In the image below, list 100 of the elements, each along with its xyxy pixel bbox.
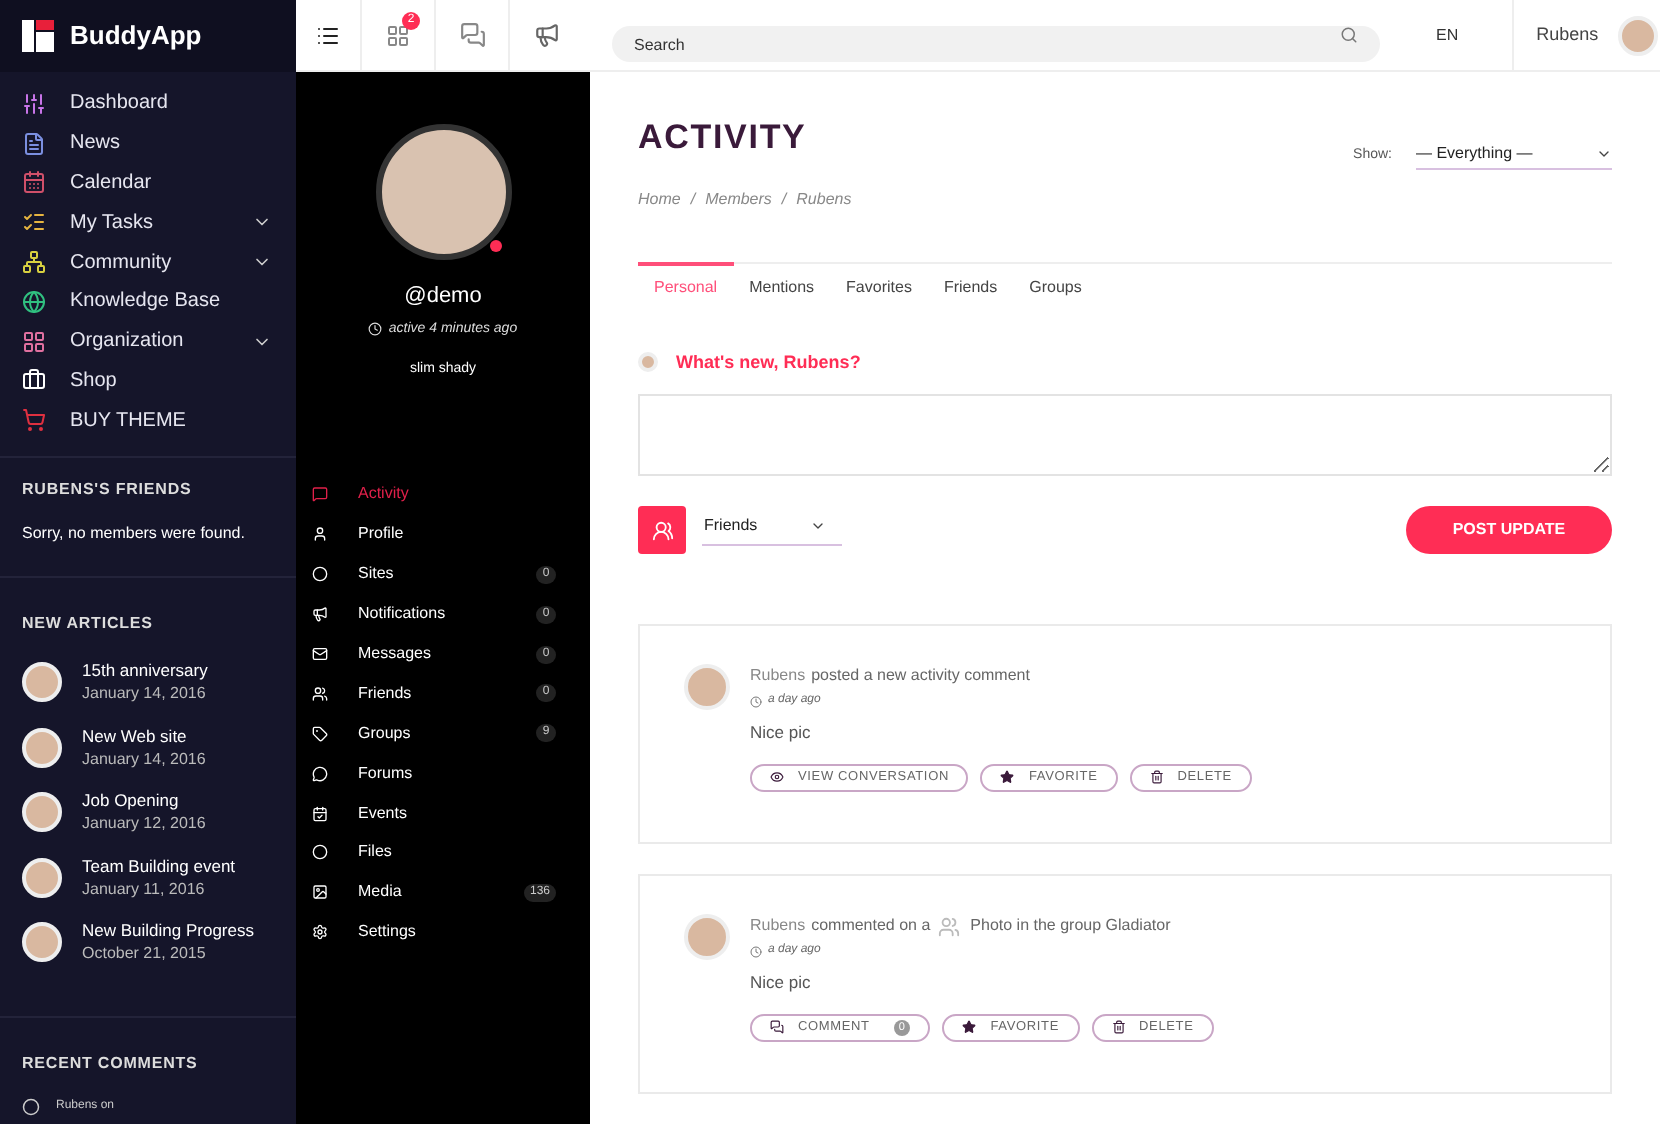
chat-icon	[312, 765, 328, 782]
breadcrumb-separator: /	[781, 187, 787, 211]
chevron-icon	[1596, 146, 1612, 162]
composer-prompt: What's new, Rubens?	[676, 349, 861, 375]
breadcrumb-separator: /	[690, 187, 696, 211]
article-title[interactable]: New Web site	[82, 725, 206, 748]
logo-icon	[22, 20, 54, 52]
avatar	[22, 792, 62, 833]
group-button[interactable]	[638, 506, 686, 554]
article-date: October 21, 2015	[82, 942, 208, 965]
tab[interactable]: Friends	[927, 261, 1014, 299]
chat-icon	[770, 1020, 784, 1035]
image-icon	[312, 884, 328, 901]
profile-menu-item[interactable]: Profile	[312, 514, 556, 555]
avatar	[22, 857, 62, 898]
username: @demo	[404, 282, 482, 312]
user-avatar	[638, 352, 658, 373]
visibility-select[interactable]: Friends	[702, 514, 842, 546]
user-name[interactable]: Rubens	[1536, 21, 1599, 49]
users-icon	[312, 685, 328, 702]
nav-item[interactable]: My Tasks	[0, 202, 296, 243]
clock-icon	[750, 945, 762, 957]
filter-select[interactable]: — Everything —	[1416, 142, 1612, 170]
article-date: January 12, 2016	[82, 812, 206, 835]
settings-icon	[312, 924, 328, 941]
megaphone-icon	[312, 606, 328, 623]
avatar	[22, 727, 62, 768]
users-icon	[651, 519, 673, 541]
article-date: January 14, 2016	[82, 682, 208, 705]
breadcrumb-link[interactable]: Rubens	[796, 187, 852, 211]
grid-icon	[22, 329, 46, 354]
profile-menu-item[interactable]: Files	[312, 833, 556, 873]
calendar-icon	[312, 805, 328, 822]
nav-item[interactable]: Community	[0, 242, 296, 282]
bag-icon	[22, 368, 46, 393]
user-icon	[312, 526, 328, 543]
section-title: RECENT COMMENTS	[22, 1051, 200, 1076]
avatar	[22, 922, 62, 963]
update-input[interactable]	[638, 394, 1612, 476]
circle-icon	[312, 566, 328, 583]
tab[interactable]: Favorites	[830, 261, 928, 299]
language-button[interactable]: EN	[1436, 23, 1459, 47]
search-field[interactable]: Search	[612, 26, 1380, 62]
grid-icon	[386, 23, 410, 47]
nav-item[interactable]: Shop	[0, 361, 296, 401]
profile-menu-item[interactable]: Activity	[312, 475, 556, 515]
search-icon	[1340, 26, 1358, 44]
chat-icon	[459, 22, 485, 48]
breadcrumb-link[interactable]: Home	[638, 187, 681, 211]
nav-item[interactable]: Organization	[0, 321, 296, 362]
profile-menu-item[interactable]: Settings	[312, 912, 556, 953]
group-icon	[938, 915, 961, 937]
page-title: ACTIVITY	[638, 116, 809, 160]
avatar	[684, 664, 730, 710]
nav-item[interactable]: Dashboard	[0, 84, 296, 124]
user-avatar	[1618, 15, 1659, 55]
nav-item[interactable]: Knowledge Base	[0, 281, 296, 322]
nav-item[interactable]: Calendar	[0, 163, 296, 203]
section-title: NEW ARTICLES	[22, 612, 155, 637]
article-title[interactable]: 15th anniversary	[82, 660, 208, 683]
tab[interactable]: Groups	[1013, 261, 1098, 299]
activity-author[interactable]: Rubens	[750, 664, 806, 688]
article-title[interactable]: Team Building event	[82, 855, 236, 878]
list-icon	[22, 210, 46, 235]
document-icon	[22, 131, 46, 156]
star-icon	[962, 1020, 977, 1035]
tag-icon	[312, 725, 328, 742]
star-icon	[1000, 770, 1015, 785]
breadcrumb-link[interactable]: Members	[705, 187, 772, 211]
mail-icon	[312, 646, 328, 662]
post-update-button[interactable]: POST UPDATE	[1406, 506, 1612, 554]
brand-name: BuddyApp	[70, 18, 202, 55]
article-title[interactable]: New Building Progress	[82, 920, 254, 943]
profile-menu-item[interactable]: Events	[312, 793, 556, 834]
clock-icon	[750, 695, 762, 707]
calendar-icon	[22, 170, 46, 195]
trash-icon	[1111, 1020, 1126, 1035]
avatar	[684, 914, 730, 960]
trash-icon	[1149, 770, 1164, 785]
activity-object[interactable]: Photo in the group Gladiator	[970, 914, 1171, 938]
tab[interactable]: Mentions	[733, 261, 831, 299]
article-title[interactable]: Job Opening	[82, 790, 206, 813]
activity-action: posted a new activity comment	[811, 664, 1030, 688]
section-title: RUBENS'S FRIENDS	[22, 478, 194, 503]
circle-icon	[22, 1097, 40, 1116]
megaphone-icon	[534, 22, 560, 48]
empty-message: Sorry, no members were found.	[22, 522, 247, 547]
chevron-icon	[810, 518, 826, 534]
activity-author[interactable]: Rubens	[750, 914, 806, 938]
eye-icon	[770, 770, 784, 785]
nav-item[interactable]: BUY THEME	[0, 400, 296, 441]
nav-item[interactable]: News	[0, 123, 296, 164]
activity-text: Nice pic	[750, 720, 813, 746]
sliders-icon	[22, 91, 46, 116]
clock-icon	[368, 322, 383, 337]
circle-icon	[312, 844, 328, 861]
cart-icon	[22, 408, 46, 433]
profile-menu-item[interactable]: Forums	[312, 753, 556, 794]
chat-icon	[312, 486, 328, 503]
article-date: January 14, 2016	[82, 747, 206, 770]
